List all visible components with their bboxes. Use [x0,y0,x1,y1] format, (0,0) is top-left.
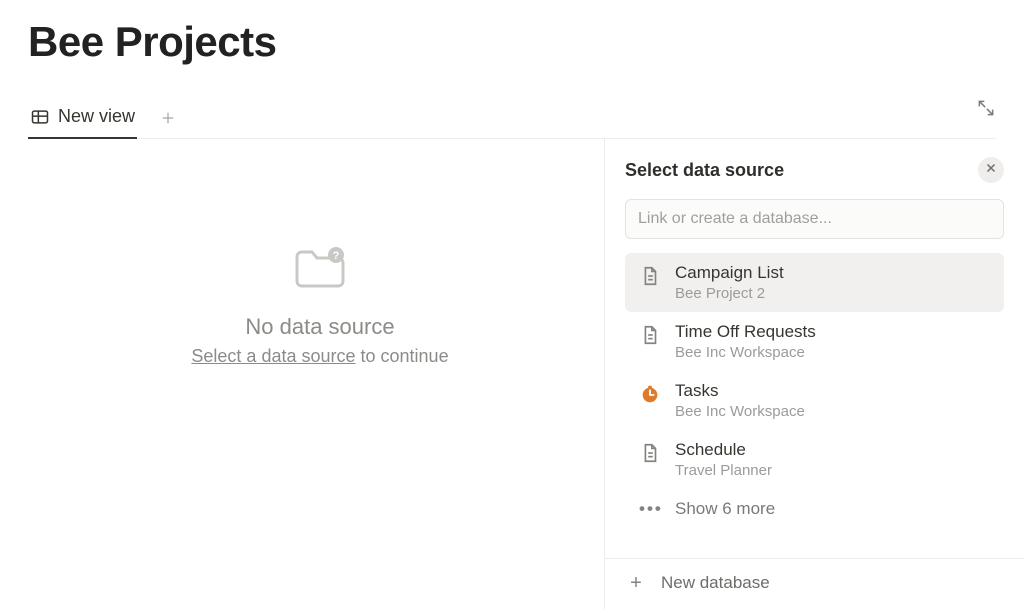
empty-state-suffix: to continue [356,346,449,366]
view-tabs: New view [28,100,996,139]
source-title: Tasks [675,381,805,401]
page-icon [639,324,661,346]
source-item[interactable]: Schedule Travel Planner [625,430,1004,489]
source-text: Time Off Requests Bee Inc Workspace [675,322,816,361]
source-subtitle: Travel Planner [675,462,772,479]
empty-state: ? No data source Select a data source to… [28,139,612,367]
source-title: Campaign List [675,263,784,283]
panel-title: Select data source [625,160,784,181]
close-icon [985,161,997,179]
source-item[interactable]: Tasks Bee Inc Workspace [625,371,1004,430]
page-icon [639,442,661,464]
source-item[interactable]: Time Off Requests Bee Inc Workspace [625,312,1004,371]
source-text: Tasks Bee Inc Workspace [675,381,805,420]
empty-state-subtitle: Select a data source to continue [191,346,448,367]
new-database-button[interactable]: + New database [625,573,1004,593]
tab-new-view[interactable]: New view [28,100,137,139]
plus-icon: + [625,573,647,593]
tab-label: New view [58,106,135,127]
clock-icon [639,383,661,405]
source-title: Time Off Requests [675,322,816,342]
table-icon [30,107,50,127]
source-list: Campaign List Bee Project 2 Time Off Reque… [625,253,1004,489]
ellipsis-icon: ••• [639,499,661,519]
show-more-label: Show 6 more [675,499,775,519]
expand-icon[interactable] [976,98,996,123]
source-subtitle: Bee Project 2 [675,285,784,302]
svg-text:?: ? [333,250,340,262]
source-item[interactable]: Campaign List Bee Project 2 [625,253,1004,312]
source-text: Schedule Travel Planner [675,440,772,479]
source-title: Schedule [675,440,772,460]
close-panel-button[interactable] [978,157,1004,183]
page-title: Bee Projects [28,18,996,66]
show-more-button[interactable]: ••• Show 6 more [625,489,1004,529]
source-subtitle: Bee Inc Workspace [675,344,816,361]
data-source-panel: Select data source Campaign List Bee Proj… [604,139,1024,609]
search-input[interactable] [625,199,1004,239]
source-text: Campaign List Bee Project 2 [675,263,784,302]
new-database-label: New database [661,573,770,593]
add-view-button[interactable] [155,105,181,135]
page-icon [639,265,661,287]
select-data-source-link[interactable]: Select a data source [191,346,355,366]
source-subtitle: Bee Inc Workspace [675,403,805,420]
empty-state-title: No data source [245,314,394,340]
folder-question-icon: ? [292,245,348,296]
